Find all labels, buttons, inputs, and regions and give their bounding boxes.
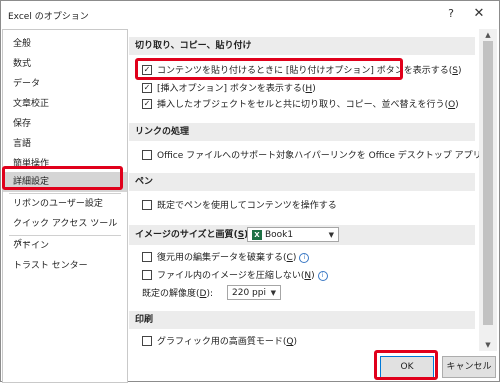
sidebar-item-save[interactable]: 保存 [3, 114, 127, 134]
accel-key: S [237, 230, 245, 240]
option-pen-default[interactable]: 既定でペンを使用してコンテンツを操作する [142, 199, 337, 213]
options-dialog: Excel のオプション ? ✕ 全般 数式 データ 文章校正 保存 言語 簡単… [0, 0, 500, 383]
resolution-select[interactable]: 220 ppi ▼ [227, 285, 281, 300]
sidebar-item-proofing[interactable]: 文章校正 [3, 94, 127, 114]
section-print: 印刷 [129, 311, 475, 329]
sidebar-item-data[interactable]: データ [3, 74, 127, 94]
accel-key: S [452, 66, 458, 76]
option-insert-options-button[interactable]: [挿入オプション] ボタンを表示する(H) [142, 82, 316, 96]
sidebar-item-trust-center[interactable]: トラスト センター [3, 256, 127, 276]
sidebar-item-language[interactable]: 言語 [3, 134, 127, 154]
accel-key: H [305, 84, 313, 94]
option-label: コンテンツを貼り付けるときに [貼り付けオプション] ボタンを表示する [157, 66, 449, 76]
sidebar-item-accessibility[interactable]: 簡単操作 [3, 154, 127, 174]
checkbox[interactable] [142, 98, 152, 109]
scroll-down-icon[interactable]: ▼ [479, 339, 497, 351]
section-pen: ペン [129, 173, 475, 191]
sidebar-item-general[interactable]: 全般 [3, 34, 127, 54]
option-label: 既定でペンを使用してコンテンツを操作する [157, 201, 337, 211]
default-resolution-row: 既定の解像度(D): [142, 289, 214, 299]
sidebar-item-formulas[interactable]: 数式 [3, 54, 127, 74]
help-button[interactable]: ? [441, 5, 461, 23]
section-link-handling: リンクの処理 [129, 123, 475, 141]
section-title: イメージのサイズと画質 [135, 230, 234, 240]
workbook-select-value: Book1 [265, 230, 294, 240]
info-icon[interactable]: i [317, 270, 328, 281]
accel-key: N [304, 271, 312, 281]
cancel-button[interactable]: キャンセル [442, 356, 496, 378]
chevron-down-icon: ▼ [270, 289, 276, 297]
option-label: 復元用の編集データを破棄する [157, 253, 284, 263]
close-icon[interactable]: ✕ [469, 5, 489, 23]
accel-key: C [286, 253, 293, 263]
accel-key: O [448, 100, 456, 110]
chevron-down-icon: ▼ [328, 231, 334, 239]
option-label: [挿入オプション] ボタンを表示する [157, 84, 302, 94]
sidebar-item-addins[interactable]: アドイン [3, 236, 127, 256]
sidebar: 全般 数式 データ 文章校正 保存 言語 簡単操作 詳細設定 リボンのユーザー設… [2, 29, 128, 383]
option-no-compress-images[interactable]: ファイル内のイメージを圧縮しない(N) i [142, 269, 328, 283]
dialog-title: Excel のオプション [8, 12, 89, 22]
checkbox[interactable] [142, 64, 152, 75]
info-icon[interactable]: i [299, 252, 310, 263]
scroll-up-icon[interactable]: ▲ [479, 29, 497, 41]
checkbox[interactable] [142, 149, 152, 160]
checkbox[interactable] [142, 199, 152, 210]
workbook-select[interactable]: X Book1 ▼ [247, 227, 339, 242]
sidebar-item-quick-access-toolbar[interactable]: クイック アクセス ツール バー [3, 214, 127, 249]
option-label: 挿入したオブジェクトをセルと共に切り取り、コピー、並べ替えを行う [157, 100, 445, 110]
vertical-scrollbar[interactable]: ▲ ▼ [479, 29, 497, 351]
checkbox[interactable] [142, 335, 152, 346]
checkbox[interactable] [142, 269, 152, 280]
option-label: グラフィック用の高画質モード [157, 337, 283, 347]
sidebar-item-customize-ribbon[interactable]: リボンのユーザー設定 [3, 194, 127, 214]
checkbox[interactable] [142, 251, 152, 262]
option-discard-edit-data[interactable]: 復元用の編集データを破棄する(C) i [142, 251, 310, 265]
excel-icon: X [252, 229, 262, 240]
resolution-label: 既定の解像度 [142, 289, 197, 299]
ok-button[interactable]: OK [380, 356, 434, 378]
title-bar: Excel のオプション ? ✕ [1, 1, 499, 29]
option-open-links-desktop[interactable]: Office ファイルへのサポート対象ハイパーリンクを Office デスクトッ… [142, 149, 479, 163]
option-paste-options-button[interactable]: コンテンツを貼り付けるときに [貼り付けオプション] ボタンを表示する(S) [142, 64, 462, 78]
section-cut-copy-paste: 切り取り、コピー、貼り付け [129, 37, 475, 55]
scrollbar-thumb[interactable] [483, 41, 493, 325]
options-panel: 切り取り、コピー、貼り付け コンテンツを貼り付けるときに [貼り付けオプション]… [129, 29, 479, 351]
resolution-select-value: 220 ppi [232, 288, 266, 298]
accel-key: D [199, 289, 207, 299]
sidebar-item-advanced[interactable]: 詳細設定 [3, 172, 127, 192]
option-label: ファイル内のイメージを圧縮しない [157, 271, 301, 281]
option-high-quality-graphics[interactable]: グラフィック用の高画質モード(Q) [142, 335, 297, 349]
checkbox[interactable] [142, 82, 152, 93]
option-cut-copy-sort-objects[interactable]: 挿入したオブジェクトをセルと共に切り取り、コピー、並べ替えを行う(O) [142, 98, 459, 112]
accel-key: Q [286, 337, 294, 347]
option-label: Office ファイルへのサポート対象ハイパーリンクを Office デスクトッ… [157, 151, 479, 161]
